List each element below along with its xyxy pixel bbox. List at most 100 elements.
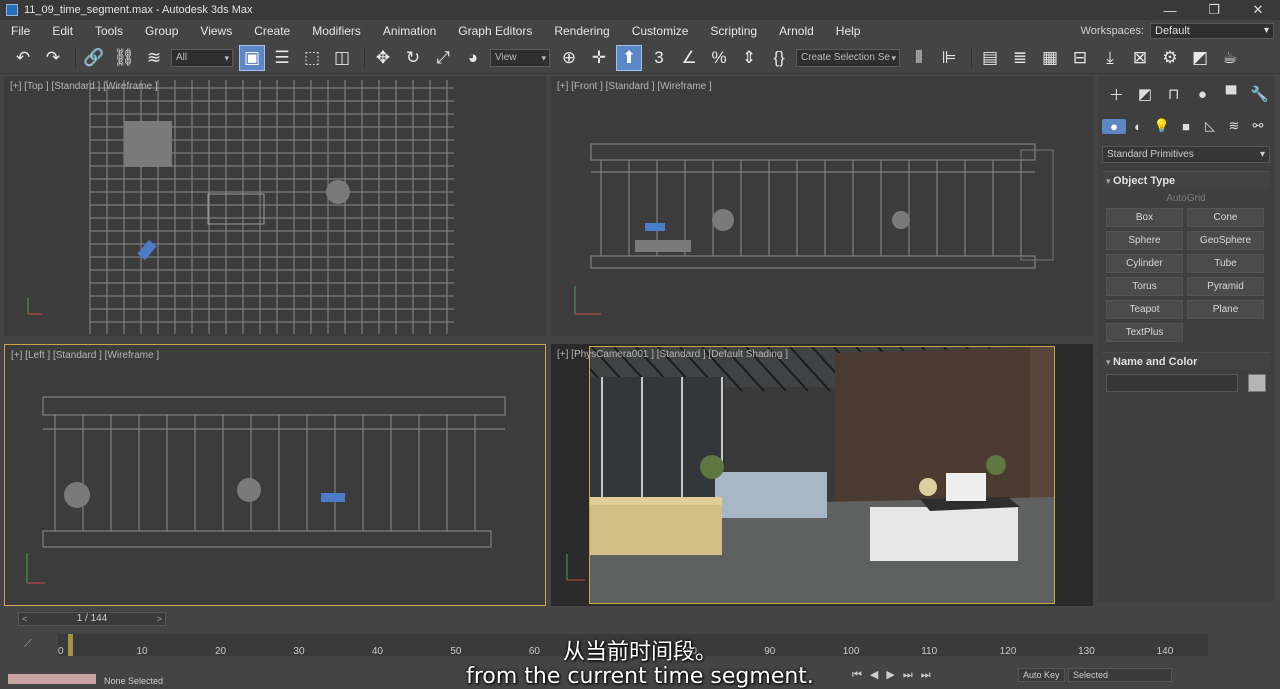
menu-tools[interactable]: Tools <box>84 24 134 38</box>
move-icon[interactable]: ✥ <box>370 45 396 71</box>
undo-icon[interactable]: ↶ <box>10 45 36 71</box>
menu-views[interactable]: Views <box>189 24 243 38</box>
viewport-left[interactable]: [+] [Left ] [Standard ] [Wireframe ] <box>4 344 546 606</box>
close-button[interactable]: ✕ <box>1236 0 1280 20</box>
rotate-icon[interactable]: ↻ <box>400 45 426 71</box>
viewport-camera-label[interactable]: [+] [PhysCamera001 ] [Standard ] [Defaul… <box>557 349 788 360</box>
box-button[interactable]: Box <box>1106 208 1183 227</box>
bind-spacewarp-icon[interactable]: ≋ <box>141 45 167 71</box>
toggle-ribbon-icon[interactable]: ▦ <box>1037 45 1063 71</box>
time-slider-prev[interactable]: < <box>22 613 27 625</box>
plane-button[interactable]: Plane <box>1187 300 1264 319</box>
menu-group[interactable]: Group <box>134 24 189 38</box>
mirror-icon[interactable]: ⫴ <box>906 45 932 71</box>
torus-button[interactable]: Torus <box>1106 277 1183 296</box>
main-toolbar: ↶ ↷ 🔗 ⛓ ≋ All ▣ ☰ ⬚ ◫ ✥ ↻ ⤢ ◕ View ⊕ ✛ ⬆… <box>0 42 1280 74</box>
time-slider-readout: 1 / 144 <box>76 613 108 624</box>
link-icon[interactable]: 🔗 <box>81 45 107 71</box>
object-type-rollout[interactable]: Object Type <box>1102 171 1270 189</box>
textplus-button[interactable]: TextPlus <box>1106 323 1183 342</box>
time-slider[interactable]: < 1 / 144 > <box>18 612 166 626</box>
create-tab-icon[interactable]: ＋ <box>1102 84 1131 105</box>
menu-animation[interactable]: Animation <box>372 24 447 38</box>
systems-icon[interactable]: ⚯ <box>1246 118 1270 134</box>
lights-icon[interactable]: 💡 <box>1150 118 1174 134</box>
cylinder-button[interactable]: Cylinder <box>1106 254 1183 273</box>
snaps-toggle-icon[interactable]: 3 <box>646 45 672 71</box>
menu-rendering[interactable]: Rendering <box>543 24 620 38</box>
sphere-button[interactable]: Sphere <box>1106 231 1183 250</box>
rendered-frame-icon[interactable]: ◩ <box>1187 45 1213 71</box>
display-tab-icon[interactable]: ▀ <box>1217 86 1246 103</box>
select-object-icon[interactable]: ▣ <box>239 44 265 71</box>
tube-button[interactable]: Tube <box>1187 254 1264 273</box>
edit-named-selection-icon[interactable]: {} <box>766 45 792 71</box>
menu-scripting[interactable]: Scripting <box>699 24 768 38</box>
menu-arnold[interactable]: Arnold <box>768 24 825 38</box>
align-icon[interactable]: ⊫ <box>936 45 962 71</box>
hierarchy-tab-icon[interactable]: ⊓ <box>1159 85 1188 103</box>
rect-selection-icon[interactable]: ⬚ <box>299 45 325 71</box>
menu-edit[interactable]: Edit <box>41 24 84 38</box>
modify-tab-icon[interactable]: ◩ <box>1131 85 1160 103</box>
motion-tab-icon[interactable]: ● <box>1188 86 1217 103</box>
time-slider-next[interactable]: > <box>157 613 162 625</box>
menu-customize[interactable]: Customize <box>621 24 700 38</box>
menu-bar: File Edit Tools Group Views Create Modif… <box>0 20 1280 42</box>
layer-explorer-icon[interactable]: ≣ <box>1007 45 1033 71</box>
selection-filter-dropdown[interactable]: All <box>171 48 233 67</box>
render-setup-icon[interactable]: ⚙ <box>1157 45 1183 71</box>
scale-icon[interactable]: ⤢ <box>430 45 456 71</box>
render-production-icon[interactable]: ☕ <box>1217 45 1243 71</box>
select-manipulate-icon[interactable]: ✛ <box>586 45 612 71</box>
object-color-swatch[interactable] <box>1248 374 1266 392</box>
utilities-tab-icon[interactable]: 🔧 <box>1245 85 1274 103</box>
menu-create[interactable]: Create <box>243 24 301 38</box>
viewport-top[interactable]: [+] [Top ] [Standard ] [Wireframe ] <box>4 76 546 336</box>
viewport-front-label[interactable]: [+] [Front ] [Standard ] [Wireframe ] <box>557 81 712 92</box>
workspace-dropdown[interactable]: Default <box>1150 23 1274 39</box>
material-editor-icon[interactable]: ⊠ <box>1127 45 1153 71</box>
maximize-button[interactable]: ❐ <box>1192 0 1236 20</box>
angle-snap-icon[interactable]: ∠ <box>676 45 702 71</box>
unlink-icon[interactable]: ⛓ <box>111 45 137 71</box>
pivot-center-icon[interactable]: ⊕ <box>556 45 582 71</box>
shapes-icon[interactable]: ◐ <box>1126 119 1150 134</box>
named-selection-dropdown[interactable]: Create Selection Se <box>796 48 900 67</box>
pyramid-button[interactable]: Pyramid <box>1187 277 1264 296</box>
minimize-button[interactable]: — <box>1148 0 1192 20</box>
schematic-view-icon[interactable]: ⤓ <box>1097 45 1123 71</box>
menu-file[interactable]: File <box>0 24 41 38</box>
geosphere-button[interactable]: GeoSphere <box>1187 231 1264 250</box>
curve-editor-icon[interactable]: ⊟ <box>1067 45 1093 71</box>
command-panel: ＋ ◩ ⊓ ● ▀ 🔧 ● ◐ 💡 ■ ◺ ≋ ⚯ Standard Primi… <box>1098 76 1274 602</box>
viewport-top-label[interactable]: [+] [Top ] [Standard ] [Wireframe ] <box>10 81 158 92</box>
object-name-field[interactable] <box>1106 374 1238 392</box>
cameras-icon[interactable]: ■ <box>1174 119 1198 134</box>
spacewarps-icon[interactable]: ≋ <box>1222 118 1246 134</box>
menu-graph-editors[interactable]: Graph Editors <box>447 24 543 38</box>
toolbar-separator <box>364 46 365 69</box>
autogrid-checkbox[interactable]: AutoGrid <box>1098 193 1274 204</box>
viewport-left-label[interactable]: [+] [Left ] [Standard ] [Wireframe ] <box>11 350 159 361</box>
viewport-camera[interactable]: [+] [PhysCamera001 ] [Standard ] [Defaul… <box>551 344 1093 606</box>
spinner-snap-icon[interactable]: ⇕ <box>736 45 762 71</box>
percent-snap-icon[interactable]: % <box>706 45 732 71</box>
select-by-name-icon[interactable]: ☰ <box>269 45 295 71</box>
keyboard-shortcut-override-icon[interactable]: ⬆ <box>616 44 642 71</box>
viewport-front[interactable]: [+] [Front ] [Standard ] [Wireframe ] <box>551 76 1093 336</box>
placement-icon[interactable]: ◕ <box>460 45 486 71</box>
scene-explorer-icon[interactable]: ▤ <box>977 45 1003 71</box>
name-and-color-rollout[interactable]: Name and Color <box>1102 352 1270 370</box>
helpers-icon[interactable]: ◺ <box>1198 118 1222 134</box>
reference-coord-dropdown[interactable]: View <box>490 48 550 67</box>
menu-modifiers[interactable]: Modifiers <box>301 24 372 38</box>
primitive-category-dropdown[interactable]: Standard Primitives <box>1102 146 1270 163</box>
window-crossing-icon[interactable]: ◫ <box>329 45 355 71</box>
cone-button[interactable]: Cone <box>1187 208 1264 227</box>
create-categories: ● ◐ 💡 ■ ◺ ≋ ⚯ <box>1098 112 1274 140</box>
geometry-icon[interactable]: ● <box>1102 118 1126 134</box>
menu-help[interactable]: Help <box>825 24 872 38</box>
redo-icon[interactable]: ↷ <box>40 45 66 71</box>
teapot-button[interactable]: Teapot <box>1106 300 1183 319</box>
